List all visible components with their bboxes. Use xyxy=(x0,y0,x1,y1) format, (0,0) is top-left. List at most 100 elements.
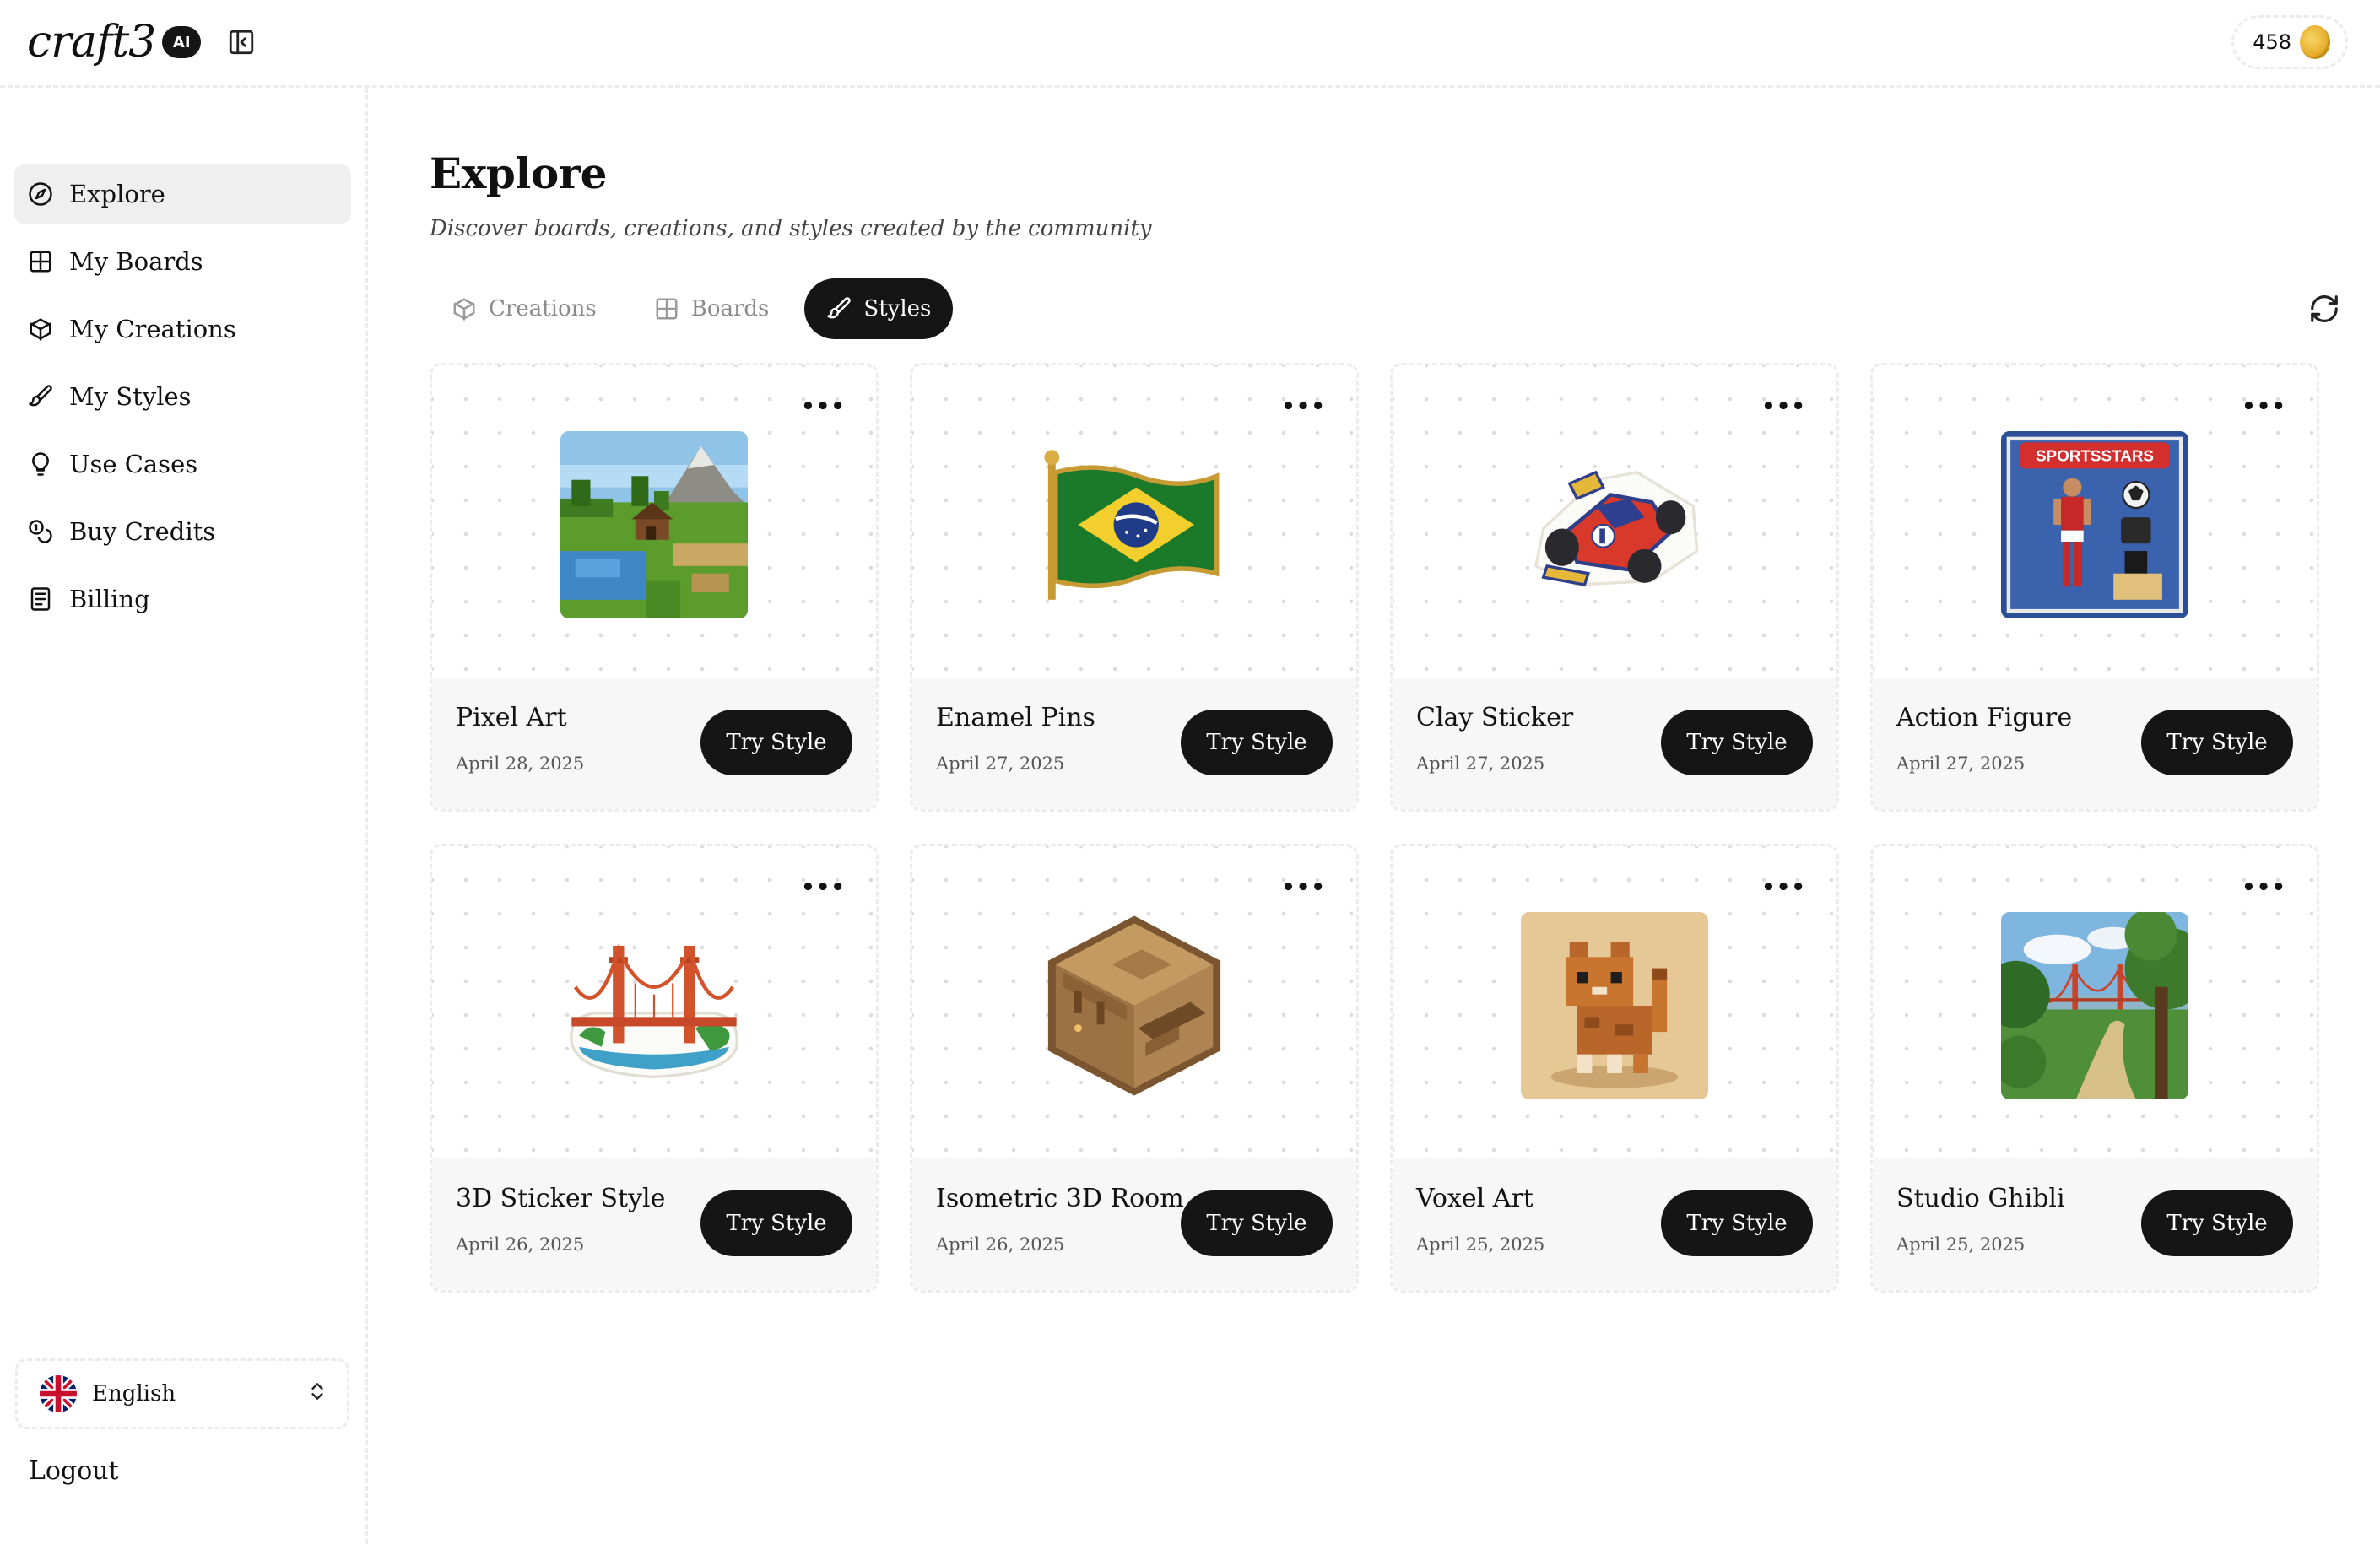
style-card[interactable]: ••• xyxy=(910,844,1359,1293)
language-label: English xyxy=(92,1381,176,1406)
style-card[interactable]: ••• Clay Sticker April 27, 2025 Try Styl… xyxy=(1390,363,1839,812)
try-style-button[interactable]: Try Style xyxy=(2141,1190,2293,1256)
style-date: April 27, 2025 xyxy=(936,753,1065,774)
lightbulb-icon xyxy=(27,451,54,478)
explore-tabs: Creations Boards Styles xyxy=(430,278,954,339)
sidebar-item-label: My Creations xyxy=(69,315,236,343)
sidebar-item-label: Explore xyxy=(69,180,165,208)
style-name: Action Figure xyxy=(1896,703,2073,732)
credits-count: 458 xyxy=(2253,30,2291,54)
more-options-icon[interactable]: ••• xyxy=(1761,396,1806,418)
sidebar-item-my-creations[interactable]: My Creations xyxy=(14,299,351,359)
logout-link[interactable]: Logout xyxy=(29,1456,119,1486)
enamel-pin-thumbnail xyxy=(1041,431,1228,618)
cube-icon xyxy=(27,316,54,343)
voxel-cat-thumbnail xyxy=(1521,912,1708,1099)
app-logo[interactable]: craft3 AI xyxy=(27,17,202,67)
sidebar-item-my-styles[interactable]: My Styles xyxy=(14,366,351,427)
style-name: Voxel Art xyxy=(1416,1184,1533,1213)
card-footer: Isometric 3D Room April 26, 2025 Try Sty… xyxy=(912,1158,1356,1290)
action-figure-thumbnail: SPORTSSTARS xyxy=(2001,431,2188,618)
bridge-sticker-thumbnail xyxy=(560,912,748,1099)
card-preview-area: ••• xyxy=(1393,365,1836,683)
style-name: 3D Sticker Style xyxy=(456,1184,666,1213)
tab-styles[interactable]: Styles xyxy=(804,278,954,339)
brush-icon xyxy=(827,297,852,319)
package-brand-text: SPORTSSTARS xyxy=(2036,447,2154,465)
style-name: Studio Ghibli xyxy=(1896,1184,2065,1213)
style-date: April 26, 2025 xyxy=(456,1234,585,1255)
try-style-button[interactable]: Try Style xyxy=(1181,1190,1333,1256)
grid-icon xyxy=(656,298,678,320)
cube-icon xyxy=(453,298,475,321)
refresh-button[interactable] xyxy=(2306,290,2343,327)
try-style-button[interactable]: Try Style xyxy=(1181,710,1333,775)
more-options-icon[interactable]: ••• xyxy=(1281,877,1326,899)
try-style-button[interactable]: Try Style xyxy=(700,1190,852,1256)
sidebar-item-label: My Boards xyxy=(69,247,203,276)
sidebar-item-label: Billing xyxy=(69,585,150,613)
card-preview-area: ••• xyxy=(432,365,876,683)
sidebar-item-explore[interactable]: Explore xyxy=(14,164,351,224)
more-options-icon[interactable]: ••• xyxy=(801,396,846,418)
page-title: Explore xyxy=(430,148,607,198)
style-name: Enamel Pins xyxy=(936,703,1095,732)
logo-text: craft3 xyxy=(27,17,156,67)
tab-creations[interactable]: Creations xyxy=(430,278,619,339)
tab-boards[interactable]: Boards xyxy=(632,278,792,339)
style-name: Isometric 3D Room xyxy=(936,1184,1184,1213)
try-style-button[interactable]: Try Style xyxy=(1661,1190,1813,1256)
style-name: Pixel Art xyxy=(456,703,567,732)
more-options-icon[interactable]: ••• xyxy=(2242,877,2286,899)
card-footer: Pixel Art April 28, 2025 Try Style xyxy=(432,678,876,809)
tab-label: Styles xyxy=(863,296,932,321)
more-options-icon[interactable]: ••• xyxy=(1761,877,1806,899)
sidebar-collapse-button[interactable] xyxy=(224,25,258,59)
card-preview-area: ••• xyxy=(1873,846,2317,1163)
card-preview-area: ••• xyxy=(912,846,1356,1163)
sidebar-item-use-cases[interactable]: Use Cases xyxy=(14,434,351,494)
card-footer: Enamel Pins April 27, 2025 Try Style xyxy=(912,678,1356,809)
coins-icon xyxy=(27,518,54,545)
style-date: April 28, 2025 xyxy=(456,753,585,774)
ghibli-landscape-thumbnail xyxy=(2001,912,2188,1099)
style-card[interactable]: ••• xyxy=(430,363,879,812)
style-date: April 25, 2025 xyxy=(1896,1234,2026,1255)
sidebar: Explore My Boards My Creations My Styles… xyxy=(0,88,368,1544)
style-date: April 26, 2025 xyxy=(936,1234,1065,1255)
style-card[interactable]: ••• xyxy=(1870,844,2319,1293)
more-options-icon[interactable]: ••• xyxy=(1281,396,1326,418)
credits-balance[interactable]: 458 xyxy=(2231,15,2348,69)
styles-grid: ••• Pixel Art April 28, 2025 Try Style •… xyxy=(430,363,2323,1293)
page-subtitle: Discover boards, creations, and styles c… xyxy=(430,216,1152,241)
card-preview-area: ••• xyxy=(432,846,876,1163)
grid-icon xyxy=(27,248,54,275)
style-date: April 27, 2025 xyxy=(1896,753,2026,774)
try-style-button[interactable]: Try Style xyxy=(2141,710,2293,775)
sidebar-item-label: Buy Credits xyxy=(69,517,216,546)
coin-icon xyxy=(2300,25,2330,59)
sidebar-item-billing[interactable]: Billing xyxy=(14,569,351,629)
language-selector[interactable]: English xyxy=(15,1358,349,1429)
tab-label: Creations xyxy=(489,296,597,321)
card-footer: Clay Sticker April 27, 2025 Try Style xyxy=(1393,678,1836,809)
compass-icon xyxy=(27,181,54,208)
style-card[interactable]: ••• xyxy=(1390,844,1839,1293)
sidebar-nav: Explore My Boards My Creations My Styles… xyxy=(14,164,351,636)
sidebar-item-buy-credits[interactable]: Buy Credits xyxy=(14,501,351,562)
card-footer: Studio Ghibli April 25, 2025 Try Style xyxy=(1873,1158,2317,1290)
sidebar-item-my-boards[interactable]: My Boards xyxy=(14,231,351,292)
sidebar-item-label: My Styles xyxy=(69,382,192,411)
top-header: craft3 AI 458 xyxy=(0,0,2380,88)
style-card[interactable]: ••• Enamel Pins April 27, 2025 Try Style xyxy=(910,363,1359,812)
try-style-button[interactable]: Try Style xyxy=(1661,710,1813,775)
style-card[interactable]: ••• xyxy=(430,844,879,1293)
card-footer: Action Figure April 27, 2025 Try Style xyxy=(1873,678,2317,809)
ai-badge: AI xyxy=(162,26,202,58)
more-options-icon[interactable]: ••• xyxy=(2242,396,2286,418)
style-card[interactable]: ••• SPORTSSTARS Action Figure April 27, … xyxy=(1870,363,2319,812)
more-options-icon[interactable]: ••• xyxy=(801,877,846,899)
sidebar-toggle-icon xyxy=(229,30,254,55)
try-style-button[interactable]: Try Style xyxy=(700,710,852,775)
card-preview-area: ••• xyxy=(912,365,1356,683)
